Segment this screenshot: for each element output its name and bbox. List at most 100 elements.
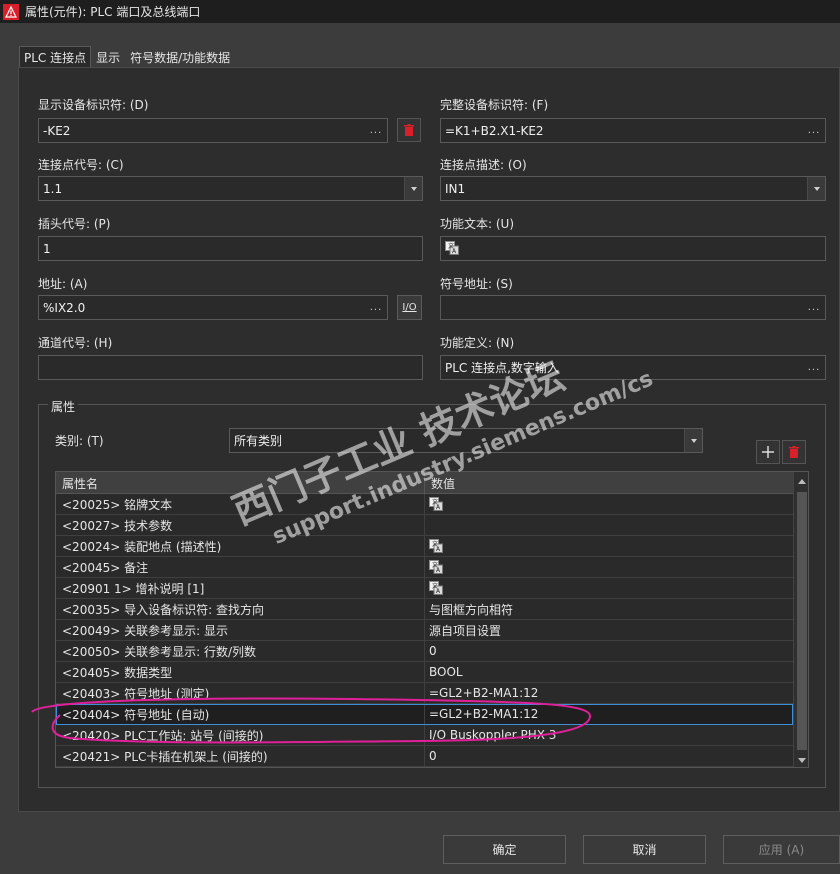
func-text-field[interactable]: 文A bbox=[440, 236, 826, 261]
grid-header: 属性名 数值 bbox=[56, 472, 793, 494]
table-row[interactable]: <20024> 装配地点 (描述性) 文 A bbox=[56, 536, 793, 557]
chevron-down-icon[interactable] bbox=[684, 429, 702, 452]
channel-label: 通道代号: (H) bbox=[38, 336, 113, 350]
plug-field[interactable]: 1 bbox=[38, 236, 423, 261]
property-name-cell[interactable]: <20024> 装配地点 (描述性) bbox=[56, 536, 425, 556]
property-value-cell[interactable]: 文A bbox=[425, 578, 793, 598]
translate-icon: 文A bbox=[429, 497, 443, 511]
io-button[interactable]: I/O bbox=[397, 295, 422, 320]
table-row[interactable]: <20421> PLC卡插在机架上 (间接的) 0 bbox=[56, 746, 793, 767]
table-row[interactable]: <20049> 关联参考显示: 显示 源自项目设置 bbox=[56, 620, 793, 641]
address-value[interactable]: %IX2.0 bbox=[39, 301, 365, 315]
table-row[interactable]: <20035> 导入设备标识符: 查找方向 与图框方向相符 bbox=[56, 599, 793, 620]
grid-rows: <20025> 铭牌文本文 A <20027> 技术参数 <20024> 装配地点 (… bbox=[56, 494, 793, 767]
scroll-down-icon[interactable] bbox=[794, 753, 808, 767]
conn-point-dropdown[interactable]: 1.1 bbox=[38, 176, 423, 201]
translate-icon: 文A bbox=[445, 241, 459, 255]
display-dt-field[interactable]: -KE2 ... bbox=[38, 118, 388, 143]
property-value-cell[interactable]: 文A bbox=[425, 536, 793, 556]
column-header-name[interactable]: 属性名 bbox=[56, 472, 425, 494]
full-dt-value[interactable]: =K1+B2.X1-KE2 bbox=[441, 124, 803, 138]
func-def-field[interactable]: PLC 连接点,数字输入 ... bbox=[440, 355, 826, 380]
tab-plc-connection-point[interactable]: PLC 连接点 bbox=[19, 46, 92, 68]
property-name-cell[interactable]: <20420> PLC工作站: 站号 (间接的) bbox=[56, 725, 425, 745]
func-def-value[interactable]: PLC 连接点,数字输入 bbox=[441, 359, 803, 376]
address-field[interactable]: %IX2.0 ... bbox=[38, 295, 388, 320]
category-dropdown[interactable]: 所有类别 bbox=[229, 428, 703, 453]
chevron-down-icon[interactable] bbox=[807, 177, 825, 200]
trash-icon bbox=[404, 124, 414, 136]
property-name-cell[interactable]: <20027> 技术参数 bbox=[56, 515, 425, 535]
tab-symbol-function-data[interactable]: 符号数据/功能数据 bbox=[125, 46, 235, 68]
property-name-cell[interactable]: <20049> 关联参考显示: 显示 bbox=[56, 620, 425, 640]
property-name-cell[interactable]: <20901 1> 增补说明 [1] bbox=[56, 578, 425, 598]
func-text-label: 功能文本: (U) bbox=[440, 217, 515, 231]
app-warning-icon bbox=[3, 3, 19, 20]
func-def-label: 功能定义: (N) bbox=[440, 336, 515, 350]
category-value[interactable]: 所有类别 bbox=[230, 432, 684, 449]
property-value-cell[interactable]: I/O Buskoppler PHX 3 bbox=[425, 725, 793, 745]
table-row[interactable]: <20404> 符号地址 (自动) =GL2+B2-MA1:12 bbox=[56, 704, 793, 725]
delete-button[interactable] bbox=[397, 118, 421, 142]
more-button[interactable]: ... bbox=[365, 119, 387, 142]
translate-icon: 文A bbox=[429, 539, 443, 553]
conn-desc-dropdown[interactable]: IN1 bbox=[440, 176, 826, 201]
property-name-cell[interactable]: <20025> 铭牌文本 bbox=[56, 494, 425, 514]
property-value-cell[interactable]: 文A bbox=[425, 557, 793, 577]
sym-address-field[interactable]: ... bbox=[440, 295, 826, 320]
cancel-button[interactable]: 取消 bbox=[583, 835, 706, 864]
property-name-cell[interactable]: <20421> PLC卡插在机架上 (间接的) bbox=[56, 746, 425, 766]
conn-point-value[interactable]: 1.1 bbox=[39, 182, 404, 196]
apply-button[interactable]: 应用 (A) bbox=[723, 835, 840, 864]
table-row[interactable]: <20901 1> 增补说明 [1] 文 A bbox=[56, 578, 793, 599]
property-name-cell[interactable]: <20035> 导入设备标识符: 查找方向 bbox=[56, 599, 425, 619]
property-name-cell[interactable]: <20045> 备注 bbox=[56, 557, 425, 577]
column-header-value[interactable]: 数值 bbox=[425, 472, 793, 494]
scroll-up-icon[interactable] bbox=[794, 474, 808, 488]
table-row[interactable]: <20025> 铭牌文本文 A bbox=[56, 494, 793, 515]
vertical-scrollbar[interactable] bbox=[793, 472, 808, 767]
chevron-down-icon[interactable] bbox=[404, 177, 422, 200]
table-row[interactable]: <20405> 数据类型 BOOL bbox=[56, 662, 793, 683]
more-button[interactable]: ... bbox=[365, 296, 387, 319]
table-row[interactable]: <20050> 关联参考显示: 行数/列数 0 bbox=[56, 641, 793, 662]
more-button[interactable]: ... bbox=[803, 296, 825, 319]
address-label: 地址: (A) bbox=[38, 277, 88, 291]
property-name-cell[interactable]: <20403> 符号地址 (测定) bbox=[56, 683, 425, 703]
property-name-cell[interactable]: <20405> 数据类型 bbox=[56, 662, 425, 682]
display-dt-value[interactable]: -KE2 bbox=[39, 124, 365, 138]
property-value-cell[interactable]: BOOL bbox=[425, 662, 793, 682]
property-value-cell[interactable]: 文A bbox=[425, 494, 793, 514]
table-row[interactable]: <20027> 技术参数 bbox=[56, 515, 793, 536]
table-row[interactable]: <20403> 符号地址 (测定) =GL2+B2-MA1:12 bbox=[56, 683, 793, 704]
table-row[interactable]: <20045> 备注文 A bbox=[56, 557, 793, 578]
property-value-cell[interactable]: =GL2+B2-MA1:12 bbox=[425, 704, 793, 724]
delete-property-button[interactable] bbox=[782, 440, 806, 464]
property-name-cell[interactable]: <20404> 符号地址 (自动) bbox=[56, 704, 425, 724]
sym-address-label: 符号地址: (S) bbox=[440, 277, 513, 291]
tab-display[interactable]: 显示 bbox=[91, 46, 125, 68]
plug-value[interactable]: 1 bbox=[39, 242, 422, 256]
property-value-cell[interactable]: 与图框方向相符 bbox=[425, 599, 793, 619]
more-button[interactable]: ... bbox=[803, 119, 825, 142]
window-title: 属性(元件): PLC 端口及总线端口 bbox=[25, 5, 201, 19]
full-dt-field[interactable]: =K1+B2.X1-KE2 ... bbox=[440, 118, 826, 143]
property-value-cell[interactable]: 源自项目设置 bbox=[425, 620, 793, 640]
conn-desc-label: 连接点描述: (O) bbox=[440, 158, 527, 172]
plug-label: 插头代号: (P) bbox=[38, 217, 111, 231]
conn-desc-value[interactable]: IN1 bbox=[441, 182, 807, 196]
channel-field[interactable] bbox=[38, 355, 423, 380]
ok-button[interactable]: 确定 bbox=[443, 835, 566, 864]
more-button[interactable]: ... bbox=[803, 356, 825, 379]
property-value-cell[interactable]: 0 bbox=[425, 746, 793, 766]
property-name-cell[interactable]: <20050> 关联参考显示: 行数/列数 bbox=[56, 641, 425, 661]
table-row[interactable]: <20420> PLC工作站: 站号 (间接的) I/O Buskoppler P… bbox=[56, 725, 793, 746]
property-value-cell[interactable]: =GL2+B2-MA1:12 bbox=[425, 683, 793, 703]
add-property-button[interactable] bbox=[756, 440, 780, 464]
category-label: 类别: (T) bbox=[55, 434, 104, 448]
translate-icon: 文A bbox=[429, 560, 443, 574]
property-value-cell[interactable] bbox=[425, 515, 793, 535]
property-value-cell[interactable]: 0 bbox=[425, 641, 793, 661]
scrollbar-thumb[interactable] bbox=[797, 492, 807, 750]
plus-icon bbox=[762, 446, 774, 458]
